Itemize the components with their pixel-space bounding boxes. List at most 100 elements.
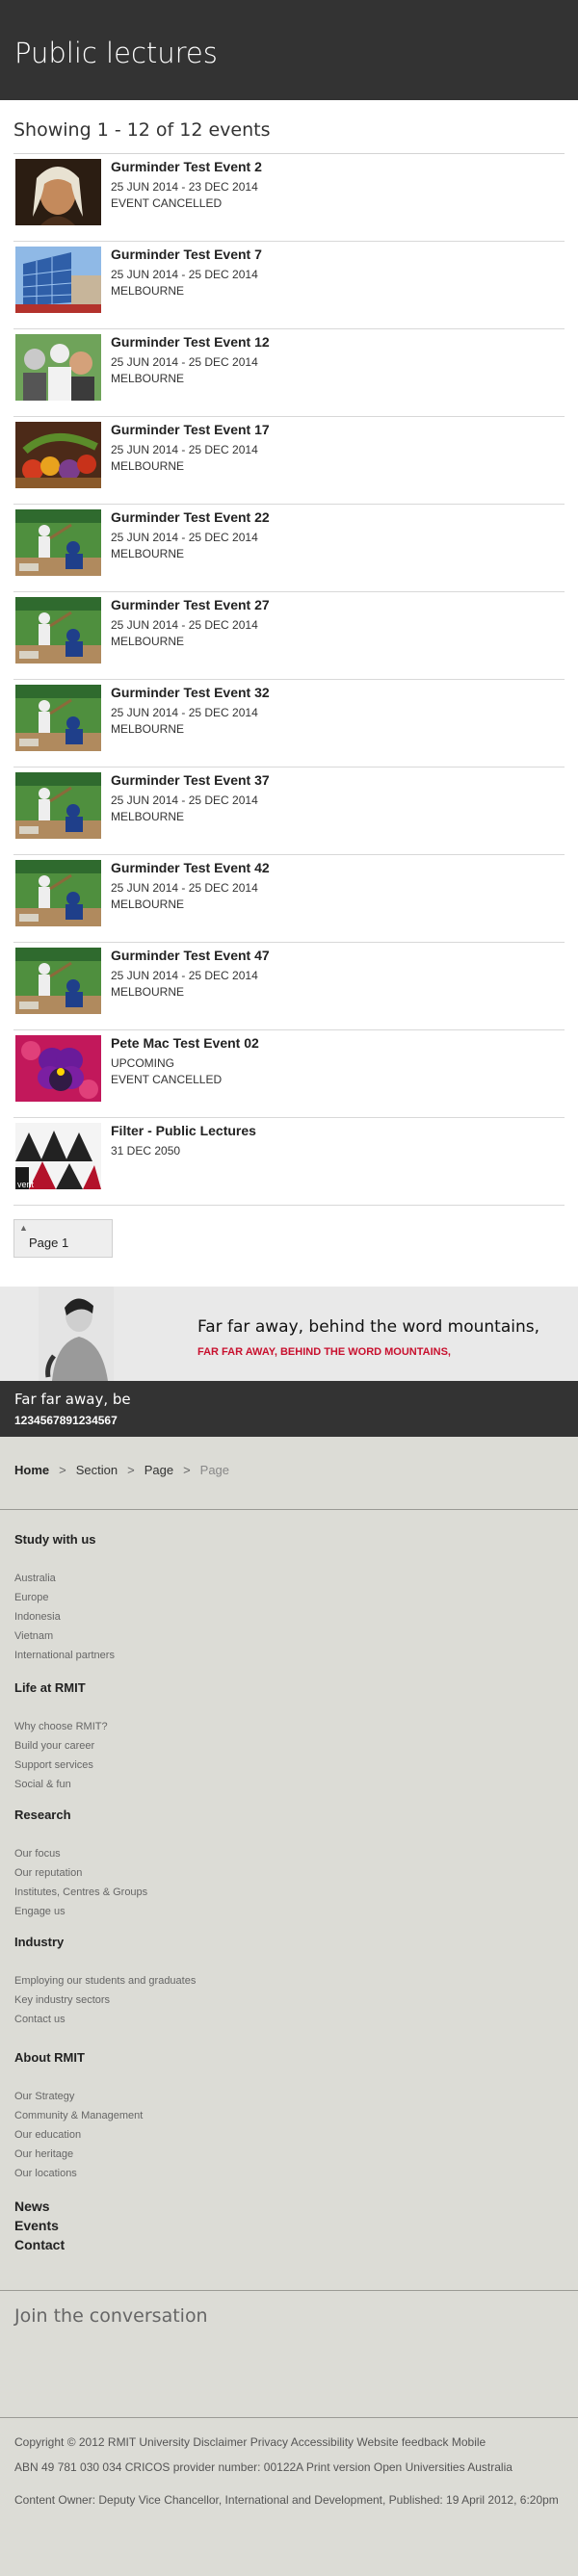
event-title[interactable]: Gurminder Test Event 27: [111, 596, 565, 617]
event-info: Gurminder Test Event 2 25 JUN 2014 - 23 D…: [111, 158, 565, 212]
event-row[interactable]: Gurminder Test Event 22 25 JUN 2014 - 25 …: [13, 505, 565, 592]
pagination: ▲ Page 1: [13, 1205, 565, 1280]
footer-nav-link[interactable]: Indonesia: [14, 1607, 115, 1626]
event-row[interactable]: Pete Mac Test Event 02 UPCOMING EVENT CANC…: [13, 1030, 565, 1118]
event-row[interactable]: Gurminder Test Event 47 25 JUN 2014 - 25 …: [13, 943, 565, 1030]
footer-nav-link[interactable]: Our locations: [14, 2164, 143, 2183]
thumb-caption: vent: [17, 1180, 35, 1189]
event-date: 25 JUN 2014 - 25 DEC 2014: [111, 969, 258, 982]
page-label: Page 1: [29, 1236, 69, 1250]
event-info: Gurminder Test Event 32 25 JUN 2014 - 25 …: [111, 684, 565, 738]
event-title[interactable]: Gurminder Test Event 37: [111, 771, 565, 793]
footer-nav-heading: Industry: [14, 1935, 65, 1949]
footer-nav-link[interactable]: Engage us: [14, 1902, 147, 1921]
event-title[interactable]: Gurminder Test Event 32: [111, 684, 565, 705]
footer-nav-link[interactable]: Community & Management: [14, 2106, 143, 2125]
event-title[interactable]: Gurminder Test Event 22: [111, 508, 565, 530]
footer-primary-link[interactable]: News: [14, 2197, 65, 2216]
chevron-up-icon: ▲: [19, 1223, 28, 1233]
event-image: [15, 509, 101, 576]
event-thumbnail[interactable]: [15, 247, 101, 313]
footer-nav-link[interactable]: Europe: [14, 1588, 115, 1607]
site-footer: Home > Section > Page > Page Study with us Aust…: [0, 1437, 578, 2576]
breadcrumb-home[interactable]: Home: [14, 1463, 49, 1477]
event-thumbnail[interactable]: [15, 597, 101, 664]
footer-nav-section: Industry Employing our students and gradu…: [14, 1935, 196, 2029]
footer-nav-link[interactable]: Key industry sectors: [14, 1991, 196, 2010]
event-thumbnail[interactable]: [15, 948, 101, 1014]
event-title[interactable]: Gurminder Test Event 7: [111, 246, 565, 267]
event-image: [15, 772, 101, 839]
event-status: MELBOURNE: [111, 372, 185, 385]
results-count: Showing 1 - 12 of 12 events: [13, 100, 565, 154]
event-row[interactable]: Gurminder Test Event 2 25 JUN 2014 - 23 D…: [13, 154, 565, 242]
event-title[interactable]: Gurminder Test Event 17: [111, 421, 565, 442]
footer-nav-section: Study with us Australia Europe Indonesia Vie…: [14, 1532, 115, 1665]
breadcrumb-page[interactable]: Page: [144, 1463, 173, 1477]
event-thumbnail[interactable]: [15, 860, 101, 926]
strip-title: Far far away, be: [14, 1391, 131, 1408]
event-image: [15, 860, 101, 926]
footer-nav-link[interactable]: Build your career: [14, 1736, 108, 1756]
copyright-links[interactable]: Copyright © 2012 RMIT University Disclai…: [14, 2433, 564, 2452]
event-title[interactable]: Gurminder Test Event 12: [111, 333, 565, 354]
breadcrumb-separator: >: [183, 1463, 191, 1477]
footer-nav-link[interactable]: Social & fun: [14, 1775, 108, 1794]
footer-nav-link[interactable]: Our Strategy: [14, 2087, 143, 2106]
event-title[interactable]: Gurminder Test Event 47: [111, 947, 565, 968]
event-title[interactable]: Gurminder Test Event 2: [111, 158, 565, 179]
event-thumbnail[interactable]: vent: [15, 1123, 101, 1189]
event-row[interactable]: Gurminder Test Event 27 25 JUN 2014 - 25 …: [13, 592, 565, 680]
event-status: MELBOURNE: [111, 635, 185, 648]
footer-nav-link[interactable]: Our reputation: [14, 1863, 147, 1883]
event-image: [15, 422, 101, 488]
footer-nav-link[interactable]: Vietnam: [14, 1626, 115, 1646]
footer-divider: [0, 1509, 578, 1510]
event-title[interactable]: Gurminder Test Event 42: [111, 859, 565, 880]
footer-nav-link[interactable]: Our heritage: [14, 2145, 143, 2164]
event-row[interactable]: Gurminder Test Event 32 25 JUN 2014 - 25 …: [13, 680, 565, 768]
footer-nav-link[interactable]: Employing our students and graduates: [14, 1971, 196, 1991]
event-row[interactable]: vent Filter - Public Lectures 31 DEC 2050: [13, 1118, 565, 1206]
event-thumbnail[interactable]: [15, 685, 101, 751]
event-date: 25 JUN 2014 - 25 DEC 2014: [111, 881, 258, 895]
footer-nav-heading: Life at RMIT: [14, 1680, 86, 1695]
footer-nav-link[interactable]: Contact us: [14, 2010, 196, 2029]
footer-primary-link[interactable]: Events: [14, 2216, 65, 2235]
event-row[interactable]: Gurminder Test Event 42 25 JUN 2014 - 25 …: [13, 855, 565, 943]
event-row[interactable]: Gurminder Test Event 12 25 JUN 2014 - 25 …: [13, 329, 565, 417]
event-info: Gurminder Test Event 42 25 JUN 2014 - 25 …: [111, 859, 565, 913]
footer-nav-link[interactable]: Our education: [14, 2125, 143, 2145]
event-row[interactable]: Gurminder Test Event 7 25 JUN 2014 - 25 D…: [13, 242, 565, 329]
event-thumbnail[interactable]: [15, 159, 101, 225]
breadcrumb-section[interactable]: Section: [76, 1463, 118, 1477]
page-header: Public lectures: [0, 0, 578, 100]
event-date: 25 JUN 2014 - 25 DEC 2014: [111, 618, 258, 632]
event-image: [15, 159, 101, 225]
footer-nav-link[interactable]: Institutes, Centres & Groups: [14, 1883, 147, 1902]
footer-nav-link[interactable]: International partners: [14, 1646, 115, 1665]
footer-primary-link[interactable]: Contact: [14, 2235, 65, 2254]
event-image: [15, 948, 101, 1014]
event-thumbnail[interactable]: [15, 1035, 101, 1102]
event-thumbnail[interactable]: [15, 334, 101, 401]
event-image: [15, 597, 101, 664]
footer-nav-link[interactable]: Support services: [14, 1756, 108, 1775]
event-info: Gurminder Test Event 7 25 JUN 2014 - 25 D…: [111, 246, 565, 299]
event-row[interactable]: Gurminder Test Event 37 25 JUN 2014 - 25 …: [13, 768, 565, 855]
page-select-button[interactable]: ▲ Page 1: [13, 1219, 113, 1258]
event-image: vent: [15, 1123, 101, 1189]
footer-nav-link[interactable]: Why choose RMIT?: [14, 1717, 108, 1736]
abn-cricos-links[interactable]: ABN 49 781 030 034 CRICOS provider numbe…: [14, 2458, 564, 2477]
footer-nav-link[interactable]: Australia: [14, 1569, 115, 1588]
banner-subline: FAR FAR AWAY, BEHIND THE WORD MOUNTAINS,: [197, 1346, 451, 1358]
event-thumbnail[interactable]: [15, 772, 101, 839]
event-row[interactable]: Gurminder Test Event 17 25 JUN 2014 - 25 …: [13, 417, 565, 505]
event-date: 25 JUN 2014 - 25 DEC 2014: [111, 794, 258, 807]
footer-nav-link[interactable]: Our focus: [14, 1844, 147, 1863]
event-thumbnail[interactable]: [15, 509, 101, 576]
event-title[interactable]: Filter - Public Lectures: [111, 1122, 565, 1143]
event-thumbnail[interactable]: [15, 422, 101, 488]
event-title[interactable]: Pete Mac Test Event 02: [111, 1034, 565, 1055]
promo-banner[interactable]: Far far away, behind the word mountains,…: [0, 1287, 578, 1381]
